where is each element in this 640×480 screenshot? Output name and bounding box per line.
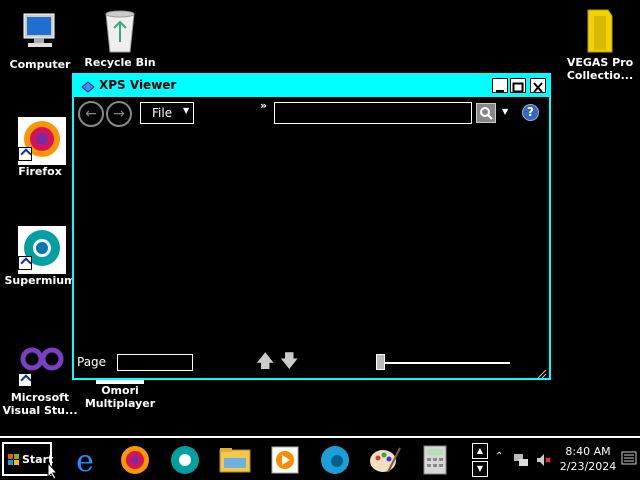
taskbar-scroll-up-button[interactable]: ▲ xyxy=(472,443,488,459)
minimize-button[interactable] xyxy=(492,78,508,93)
taskbar-edge[interactable] xyxy=(318,444,352,476)
next-page-button[interactable]: 🡇 xyxy=(280,351,299,372)
desktop-icon-label: Supermium xyxy=(4,274,76,287)
forward-button[interactable]: → xyxy=(106,101,132,127)
system-tray: ⌃ 8:40 AM 2/23/2024 xyxy=(495,442,640,478)
desktop-icon-supermium[interactable]: Supermium xyxy=(0,226,80,287)
desktop-icon-recycle-bin[interactable]: Recycle Bin xyxy=(80,8,160,69)
start-button[interactable]: Start xyxy=(2,442,53,476)
file-menu-label: File xyxy=(152,106,173,120)
file-menu-button[interactable]: File ▼ xyxy=(140,102,194,124)
xps-app-icon xyxy=(80,79,96,93)
page-label: Page xyxy=(77,355,107,369)
close-button[interactable] xyxy=(530,78,546,93)
previous-page-button[interactable]: 🡅 xyxy=(256,351,275,372)
zoom-slider-track xyxy=(376,362,510,364)
desktop-icon-label: Firefox xyxy=(18,165,62,178)
help-icon: ? xyxy=(527,105,534,119)
desktop-icon-label: Microsoft Visual Stu... xyxy=(2,391,78,417)
back-button[interactable]: ← xyxy=(78,101,104,127)
firefox-icon xyxy=(121,446,149,474)
recycle-bin-icon xyxy=(98,8,142,53)
firefox-icon xyxy=(18,117,66,165)
network-icon[interactable] xyxy=(513,452,529,468)
arrow-up-icon: 🡅 xyxy=(256,351,275,372)
resize-grip-icon[interactable] xyxy=(535,364,547,379)
back-arrow-icon: ← xyxy=(85,106,97,122)
desktop-icon-computer[interactable]: Computer xyxy=(0,10,80,71)
window-title: XPS Viewer xyxy=(99,78,177,92)
supermium-icon xyxy=(18,226,66,274)
search-options-chevron-icon[interactable]: ▼ xyxy=(502,107,508,116)
chevron-down-icon: ▼ xyxy=(476,464,484,473)
search-button[interactable] xyxy=(476,103,496,123)
toolbar: ← → File ▼ » ▼ ? xyxy=(74,99,549,129)
taskbar-supermium[interactable] xyxy=(168,444,202,476)
supermium-icon xyxy=(171,446,199,474)
taskbar-media-player[interactable] xyxy=(268,444,302,476)
media-player-icon xyxy=(271,446,299,474)
page-number-input[interactable] xyxy=(118,359,192,375)
shortcut-arrow-icon xyxy=(18,373,32,387)
taskbar-internet-explorer[interactable]: e xyxy=(68,444,102,479)
action-center-icon[interactable] xyxy=(621,450,637,466)
title-bar[interactable]: XPS Viewer xyxy=(74,75,549,97)
desktop-icon-label: Computer xyxy=(9,58,71,71)
navigation-buttons: ← → xyxy=(78,101,136,127)
desktop-icon-label: Omori Multiplayer xyxy=(84,384,156,410)
visual-studio-icon xyxy=(18,343,66,387)
toolbar-overflow-icon[interactable]: » xyxy=(260,99,267,112)
taskbar-paint[interactable] xyxy=(368,444,402,476)
xps-viewer-window: XPS Viewer ← → File ▼ » ▼ ? Page 🡅 🡇 xyxy=(72,73,551,380)
maximize-button[interactable] xyxy=(510,78,526,93)
help-button[interactable]: ? xyxy=(522,104,539,121)
status-bar: Page 🡅 🡇 xyxy=(74,348,549,379)
search-input[interactable] xyxy=(275,104,471,125)
zoom-slider-thumb[interactable] xyxy=(376,354,385,370)
shortcut-arrow-icon xyxy=(18,147,32,161)
forward-arrow-icon: → xyxy=(113,106,125,122)
volume-muted-icon[interactable] xyxy=(535,452,551,468)
computer-icon xyxy=(18,10,62,54)
desktop-icon-label: VEGAS Pro Collectio... xyxy=(566,56,634,82)
desktop-icon-label: Recycle Bin xyxy=(84,56,156,69)
chevron-down-icon: ▼ xyxy=(183,106,190,115)
edge-icon xyxy=(321,446,349,474)
page-number-box xyxy=(117,354,193,375)
clock-date: 2/23/2024 xyxy=(559,460,617,473)
search-box xyxy=(274,102,472,125)
clock[interactable]: 8:40 AM 2/23/2024 xyxy=(557,444,619,474)
arrow-down-icon: 🡇 xyxy=(280,351,299,372)
chevron-up-icon: ▲ xyxy=(476,446,484,455)
desktop-icon-visual-studio[interactable]: Microsoft Visual Stu... xyxy=(0,343,80,417)
shortcut-arrow-icon xyxy=(18,256,32,270)
taskbar-scroll-down-button[interactable]: ▼ xyxy=(472,461,488,477)
desktop-icon-firefox[interactable]: Firefox xyxy=(0,117,80,178)
show-hidden-icons-button[interactable]: ⌃ xyxy=(495,451,503,462)
paint-icon xyxy=(370,447,401,473)
search-icon xyxy=(480,107,493,120)
clock-time: 8:40 AM xyxy=(565,445,611,458)
calculator-icon xyxy=(423,445,447,475)
windows-logo-icon xyxy=(8,454,19,465)
internet-explorer-icon: e xyxy=(76,444,94,479)
desktop-icon-vegas-pro[interactable]: VEGAS Pro Collectio... xyxy=(560,8,640,82)
folder-icon xyxy=(578,8,622,53)
mouse-cursor-icon xyxy=(47,462,59,480)
taskbar-firefox[interactable] xyxy=(118,444,152,476)
svg-text:e: e xyxy=(76,444,94,476)
taskbar-file-explorer[interactable] xyxy=(218,444,252,476)
taskbar-calculator[interactable] xyxy=(418,444,452,476)
taskbar: Start e ▲ ▼ ⌃ 8:40 AM 2/23/2024 xyxy=(0,436,640,480)
zoom-slider[interactable] xyxy=(376,354,510,372)
file-explorer-icon xyxy=(219,448,251,473)
